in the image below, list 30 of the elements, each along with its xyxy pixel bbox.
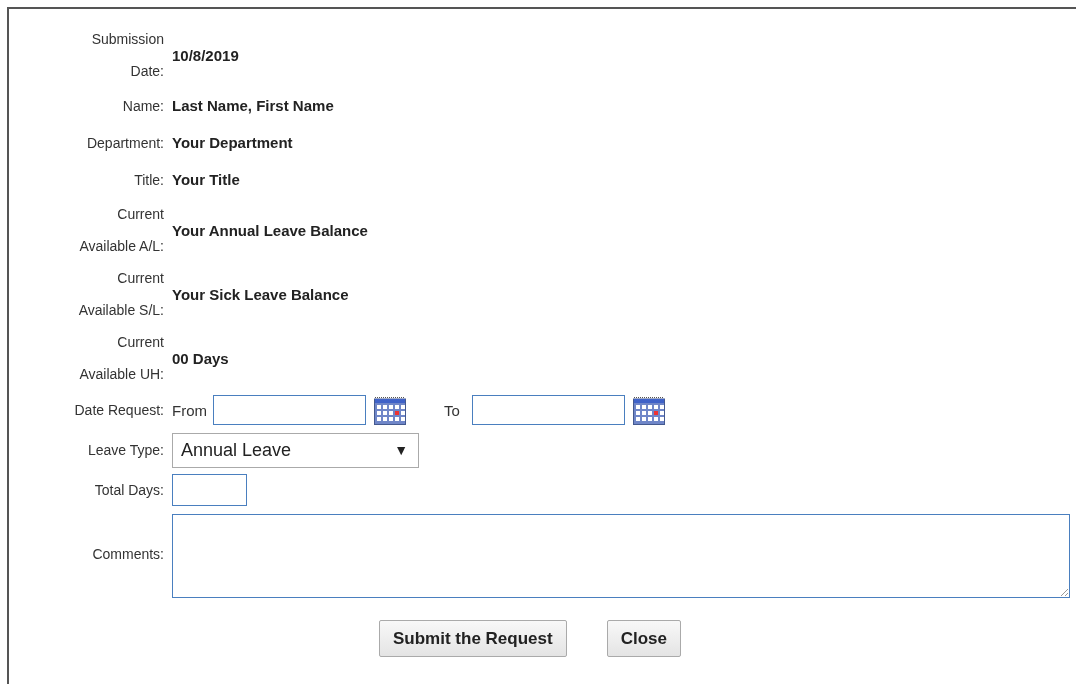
field-label: Title:: [133, 170, 164, 190]
leave-type-dropdown[interactable]: Annual Leave ▼: [172, 432, 419, 468]
field-value: Last Name, First Name: [172, 97, 334, 114]
comments-field[interactable]: [172, 514, 1070, 598]
field-value: 10/8/2019: [172, 46, 239, 64]
total-days-field[interactable]: [172, 474, 247, 506]
from-date-field[interactable]: [213, 395, 366, 425]
field-label: Current Available A/L:: [78, 205, 164, 256]
from-label: From: [172, 401, 207, 419]
field-label: Department:: [85, 133, 164, 153]
field-label: Name:: [121, 96, 164, 116]
form-button[interactable]: Submit the Request: [379, 620, 567, 657]
field-label: Leave Type:: [86, 441, 164, 460]
field-label: Comments:: [91, 545, 164, 564]
field-label: Submission Date:: [90, 30, 164, 81]
field-value: Your Title: [172, 171, 240, 188]
calendar-icon[interactable]: [632, 395, 665, 425]
field-value: 00 Days: [172, 349, 229, 367]
field-label: Total Days:: [93, 481, 164, 500]
field-label: Current Available UH:: [78, 333, 164, 384]
calendar-icon[interactable]: [374, 395, 406, 425]
field-label: Date Request:: [73, 401, 164, 420]
field-value: Your Department: [172, 134, 293, 151]
form-button[interactable]: Close: [606, 620, 681, 657]
to-label: To: [444, 401, 460, 419]
field-value: Your Annual Leave Balance: [172, 221, 368, 239]
resize-grip-icon[interactable]: [1059, 587, 1069, 597]
field-value: Your Sick Leave Balance: [172, 285, 349, 303]
field-label: Current Available S/L:: [77, 269, 164, 320]
to-date-field[interactable]: [471, 395, 625, 425]
